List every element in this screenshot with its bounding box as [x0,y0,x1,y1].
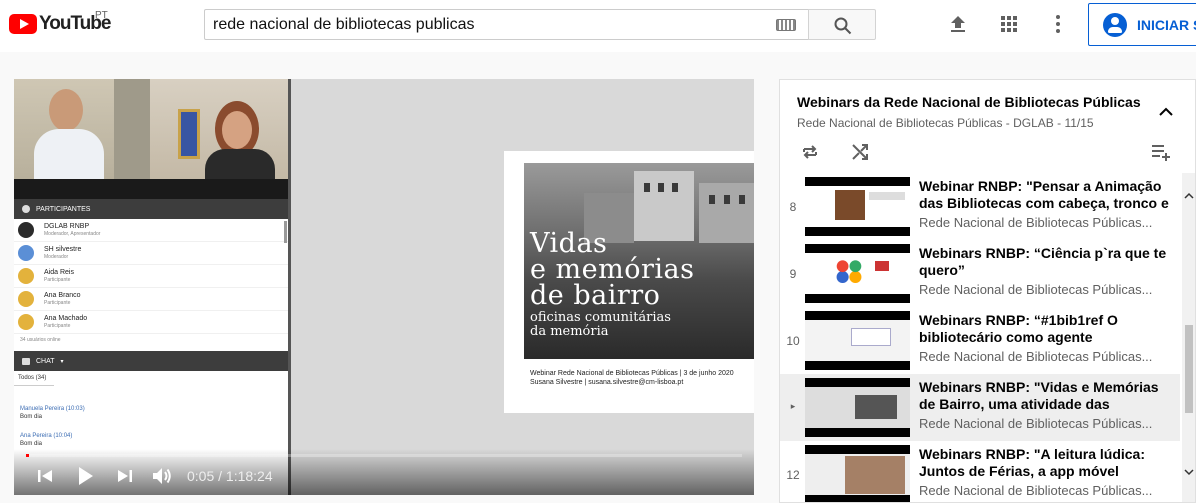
participant-row[interactable]: SH silvestre Moderador [14,242,288,265]
playlist-item-title[interactable]: Webinar RNBP: "Pensar a Animação das Bib… [919,178,1174,212]
chat-header: CHAT ▾ [14,351,288,371]
playlist-item-channel: Rede Nacional de Bibliotecas Públicas... [919,215,1153,230]
participant-name: Ana Branco [44,292,81,299]
keyboard-icon[interactable] [776,19,796,31]
participant-avatar [18,268,34,284]
webcam-presenter-2 [150,79,288,179]
shuffle-icon[interactable] [848,140,872,164]
playlist-item-channel: Rede Nacional de Bibliotecas Públicas... [919,282,1153,297]
participant-avatar [18,245,34,261]
participants-header: PARTICIPANTES [14,199,288,219]
playlist-item-index: 8 [789,200,797,214]
youtube-play-icon [9,14,37,34]
progress-fill [26,454,29,457]
time-display: 0:05 / 1:18:24 [187,468,273,484]
playlist-item-title[interactable]: Webinars RNBP: "Vidas e Memórias de Bair… [919,379,1174,413]
participant-name: SH silvestre [44,246,82,253]
playlist-items: 8 Webinar RNBP: "Pensar a Animação das Bi… [780,173,1180,502]
participant-row[interactable]: Ana Branco Participante [14,288,288,311]
country-code: PT [95,10,108,21]
participant-role: Participante [44,323,71,329]
chat-message: Ana Pereira (10:04) Bom dia [20,433,73,447]
masthead: YouTube PT INICIAR SESSÃO [0,0,1196,52]
participant-avatar [18,314,34,330]
scroll-down-icon[interactable] [1184,467,1194,477]
playlist-item-channel: Rede Nacional de Bibliotecas Públicas... [919,416,1153,431]
signin-label: INICIAR SESSÃO [1137,16,1196,33]
volume-icon[interactable] [150,464,174,488]
participant-role: Participante [44,277,71,283]
participant-row[interactable]: Aida Reis Participante [14,265,288,288]
next-icon[interactable] [114,465,136,487]
more-vert-icon[interactable] [1046,12,1070,36]
play-icon[interactable] [72,463,98,489]
signin-button[interactable]: INICIAR SESSÃO [1088,3,1196,46]
playlist-subtitle[interactable]: Rede Nacional de Bibliotecas Públicas - … [797,116,1094,130]
participant-avatar [18,222,34,238]
playlist-item-thumbnail[interactable] [805,244,910,303]
participants-scrollbar[interactable] [284,221,287,243]
participants-count: 34 usuários online [20,337,61,343]
slide-photo: Vidas e memórias de bairro oficinas comu… [524,163,754,359]
playlist-item-title[interactable]: Webinars RNBP: “Ciência p`ra que te quer… [919,245,1174,279]
chat-icon [22,357,30,365]
participant-role: Participante [44,300,71,306]
playlist-item[interactable]: ▸ Webinars RNBP: "Vidas e Memórias de Bai… [780,374,1180,441]
slide-footer: Webinar Rede Nacional de Bibliotecas Púb… [530,370,734,386]
scroll-up-icon[interactable] [1184,191,1194,201]
playlist-item-index: 12 [786,468,800,482]
playlist-item[interactable]: 8 Webinar RNBP: "Pensar a Animação das Bi… [780,173,1180,240]
participant-name: DGLAB RNBP [44,223,90,230]
participant-name: Aida Reis [44,269,74,276]
playlist-item-thumbnail[interactable] [805,445,910,502]
playlist-item[interactable]: 10 Webinars RNBP: “#1bib1ref O bibliotecá… [780,307,1180,374]
playlist-item-thumbnail[interactable] [805,177,910,236]
playlist-panel: Webinars da Rede Nacional de Bibliotecas… [779,79,1196,503]
playlist-add-icon[interactable] [1149,140,1173,164]
playlist-item-channel: Rede Nacional de Bibliotecas Públicas... [919,349,1153,364]
chat-message: Manuela Pereira (10:03) Bom dia [20,406,85,420]
participant-role: Moderador, Apresentador [44,231,101,237]
playlist-item-thumbnail[interactable] [805,378,910,437]
slide-subtitle: oficinas comunitárias da memória [530,310,671,339]
playlist-item-channel: Rede Nacional de Bibliotecas Públicas... [919,483,1153,498]
participant-name: Ana Machado [44,315,88,322]
playlist-scroll-thumb[interactable] [1185,325,1193,413]
webcam-presenter-1 [14,79,150,179]
participant-role: Moderador [44,254,69,260]
search-icon [834,17,852,35]
participants-panel: PARTICIPANTES DGLAB RNBP Moderador, Apres… [14,199,288,351]
person-icon [22,205,30,213]
chevron-up-icon[interactable] [1156,102,1176,122]
search-box [204,9,809,40]
loop-icon[interactable] [798,140,822,164]
account-icon [1103,12,1127,37]
participant-row[interactable]: Ana Machado Participante [14,311,288,334]
playlist-item-index: 10 [786,334,800,348]
playlist-header: Webinars da Rede Nacional de Bibliotecas… [780,80,1195,172]
progress-bar[interactable] [26,454,742,457]
participant-row[interactable]: DGLAB RNBP Moderador, Apresentador [14,219,288,242]
playlist-item-title[interactable]: Webinars RNBP: "A leitura lúdica: Juntos… [919,446,1174,480]
playlist-item[interactable]: 9 Webinars RNBP: “Ciência p`ra que te que… [780,240,1180,307]
participant-avatar [18,291,34,307]
playlist-item-index: 9 [789,267,797,281]
search-input[interactable] [205,10,765,39]
search-button[interactable] [808,9,876,40]
video-player[interactable]: Vidas e memórias de bairro oficinas comu… [14,79,754,495]
playlist-item-index: ▸ [790,401,796,411]
apps-icon[interactable] [997,12,1021,36]
chat-tab-all[interactable]: Todos (34) [14,371,54,386]
playlist-item-title[interactable]: Webinars RNBP: “#1bib1ref O bibliotecári… [919,312,1174,346]
chevron-down-icon: ▾ [60,358,64,365]
upload-icon[interactable] [946,12,970,36]
playlist-scrollbar[interactable] [1182,173,1195,502]
participants-list: DGLAB RNBP Moderador, Apresentador SH silv… [14,219,288,334]
presentation-slide: Vidas e memórias de bairro oficinas comu… [504,151,754,413]
slide-title: Vidas e memórias de bairro [530,228,695,311]
playlist-item-thumbnail[interactable] [805,311,910,370]
previous-icon[interactable] [34,465,56,487]
playlist-title[interactable]: Webinars da Rede Nacional de Bibliotecas… [797,94,1141,110]
playlist-item[interactable]: 12 Webinars RNBP: "A leitura lúdica: Junt… [780,441,1180,502]
